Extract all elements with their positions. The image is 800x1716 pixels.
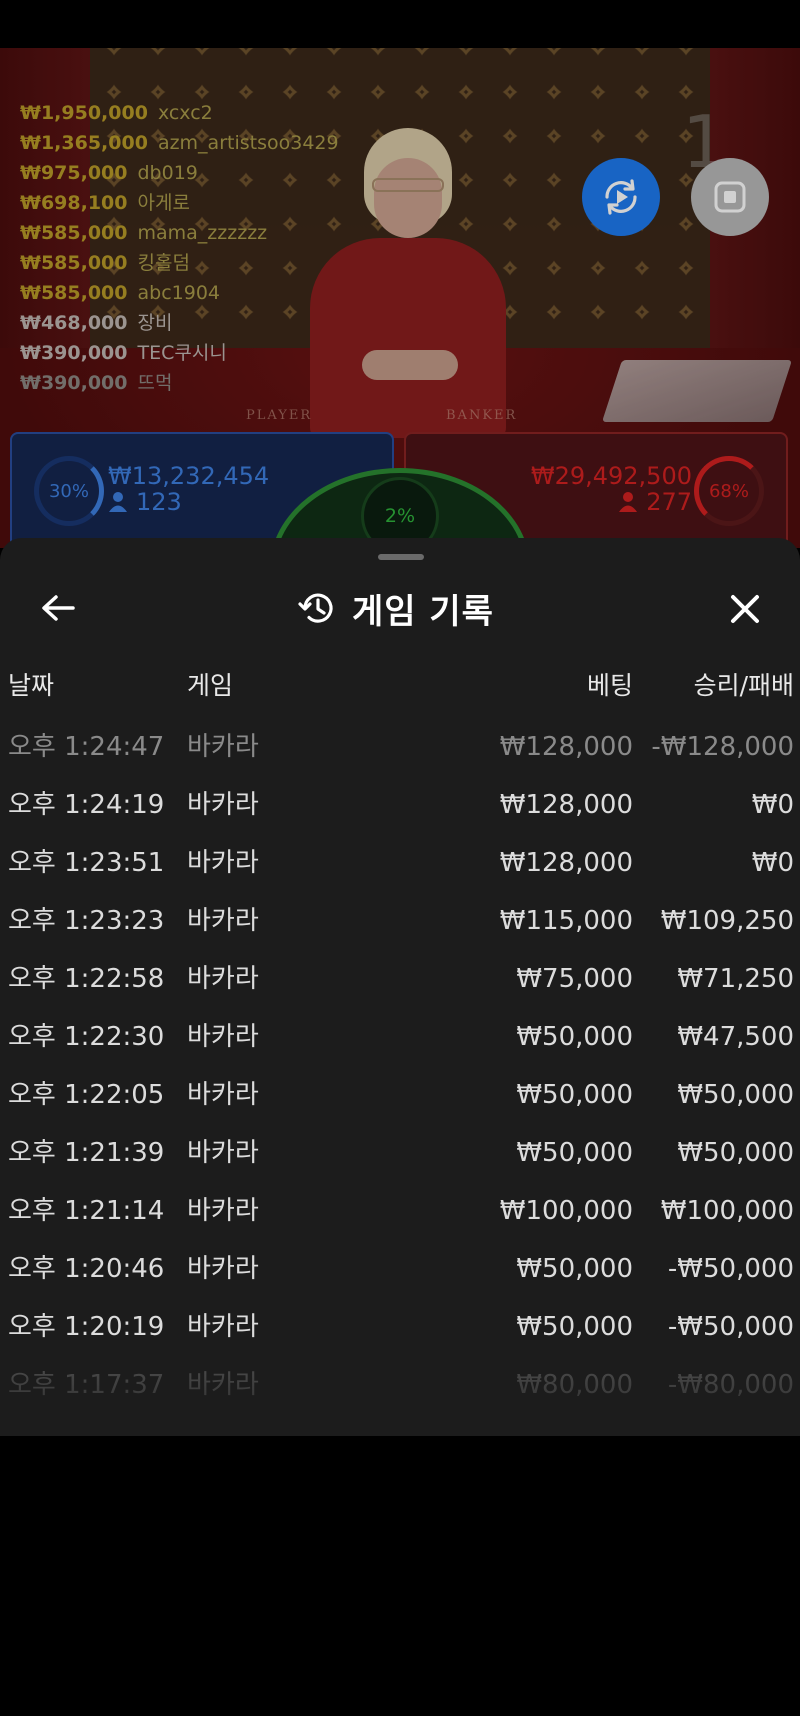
- dim-overlay: [0, 48, 800, 568]
- row-time: 오후 1:24:47: [8, 732, 165, 762]
- table-row[interactable]: 오후 1:23:23 바카라 ₩115,000 ₩109,250: [0, 892, 800, 950]
- row-time: 오후 1:22:58: [8, 964, 165, 994]
- row-result: ₩71,250: [677, 964, 794, 994]
- row-game: 바카라: [187, 1196, 259, 1226]
- row-result: ₩0: [751, 848, 794, 878]
- sheet-title: 게임 기록: [352, 591, 494, 632]
- back-button[interactable]: [36, 586, 80, 630]
- arrow-left-icon: [42, 595, 75, 621]
- scroll-fade: [0, 1366, 800, 1436]
- row-time: 오후 1:23:23: [8, 906, 165, 936]
- row-bet: ₩50,000: [516, 1254, 633, 1284]
- table-row[interactable]: 오후 1:20:46 바카라 ₩50,000 -₩50,000: [0, 1240, 800, 1298]
- row-bet: ₩128,000: [499, 732, 633, 762]
- row-game: 바카라: [187, 1254, 259, 1284]
- row-bet: ₩128,000: [499, 790, 633, 820]
- table-row[interactable]: 오후 1:23:51 바카라 ₩128,000 ₩0: [0, 834, 800, 892]
- row-bet: ₩50,000: [516, 1312, 633, 1342]
- drag-handle[interactable]: [378, 554, 424, 560]
- table-row[interactable]: 오후 1:22:05 바카라 ₩50,000 ₩50,000: [0, 1066, 800, 1124]
- row-result: ₩47,500: [677, 1022, 794, 1052]
- row-time: 오후 1:22:05: [8, 1080, 165, 1110]
- row-game: 바카라: [187, 732, 259, 762]
- row-result: -₩128,000: [651, 732, 794, 762]
- table-row[interactable]: 오후 1:24:19 바카라 ₩128,000 ₩0: [0, 776, 800, 834]
- row-time: 오후 1:20:46: [8, 1254, 165, 1284]
- row-time: 오후 1:20:19: [8, 1312, 165, 1342]
- row-time: 오후 1:23:51: [8, 848, 165, 878]
- history-table-body: 오후 1:24:47 바카라 ₩128,000 -₩128,000 오후 1:24:1…: [0, 718, 800, 1414]
- game-history-sheet: 게임 기록 날짜 게임 베팅 승리/패배 오후 1:24:47 바카라 ₩128,0…: [0, 538, 800, 1436]
- sheet-header: 게임 기록: [0, 578, 800, 638]
- row-bet: ₩50,000: [516, 1138, 633, 1168]
- table-row[interactable]: 오후 1:22:30 바카라 ₩50,000 ₩47,500: [0, 1008, 800, 1066]
- table-row[interactable]: 오후 1:20:19 바카라 ₩50,000 -₩50,000: [0, 1298, 800, 1356]
- row-game: 바카라: [187, 1312, 259, 1342]
- row-time: 오후 1:21:14: [8, 1196, 165, 1226]
- row-game: 바카라: [187, 1022, 259, 1052]
- row-result: -₩50,000: [667, 1312, 794, 1342]
- row-result: ₩109,250: [660, 906, 794, 936]
- history-icon: [298, 593, 333, 623]
- row-time: 오후 1:21:39: [8, 1138, 165, 1168]
- column-header-result: 승리/패배: [693, 671, 794, 700]
- row-game: 바카라: [187, 1080, 259, 1110]
- row-bet: ₩50,000: [516, 1022, 633, 1052]
- close-icon: [731, 595, 759, 623]
- row-bet: ₩128,000: [499, 848, 633, 878]
- column-header-game: 게임: [187, 671, 234, 700]
- table-row[interactable]: 오후 1:24:47 바카라 ₩128,000 -₩128,000: [0, 718, 800, 776]
- row-game: 바카라: [187, 906, 259, 936]
- table-row[interactable]: 오후 1:22:58 바카라 ₩75,000 ₩71,250: [0, 950, 800, 1008]
- column-header-bet: 베팅: [586, 671, 633, 700]
- row-bet: ₩50,000: [516, 1080, 633, 1110]
- row-game: 바카라: [187, 790, 259, 820]
- row-game: 바카라: [187, 1138, 259, 1168]
- row-result: ₩50,000: [677, 1080, 794, 1110]
- row-result: ₩50,000: [677, 1138, 794, 1168]
- row-result: -₩50,000: [667, 1254, 794, 1284]
- sheet-title-group: 게임 기록: [298, 582, 494, 634]
- row-game: 바카라: [187, 964, 259, 994]
- row-bet: ₩115,000: [499, 906, 633, 936]
- row-bet: ₩75,000: [516, 964, 633, 994]
- row-time: 오후 1:24:19: [8, 790, 165, 820]
- row-game: 바카라: [187, 848, 259, 878]
- column-header-date: 날짜: [8, 671, 55, 700]
- row-bet: ₩100,000: [499, 1196, 633, 1226]
- close-button[interactable]: [722, 586, 768, 632]
- table-row[interactable]: 오후 1:21:39 바카라 ₩50,000 ₩50,000: [0, 1124, 800, 1182]
- row-result: ₩0: [751, 790, 794, 820]
- row-time: 오후 1:22:30: [8, 1022, 165, 1052]
- history-table-header: 날짜 게임 베팅 승리/패배: [0, 666, 800, 706]
- table-row[interactable]: 오후 1:21:14 바카라 ₩100,000 ₩100,000: [0, 1182, 800, 1240]
- row-result: ₩100,000: [660, 1196, 794, 1226]
